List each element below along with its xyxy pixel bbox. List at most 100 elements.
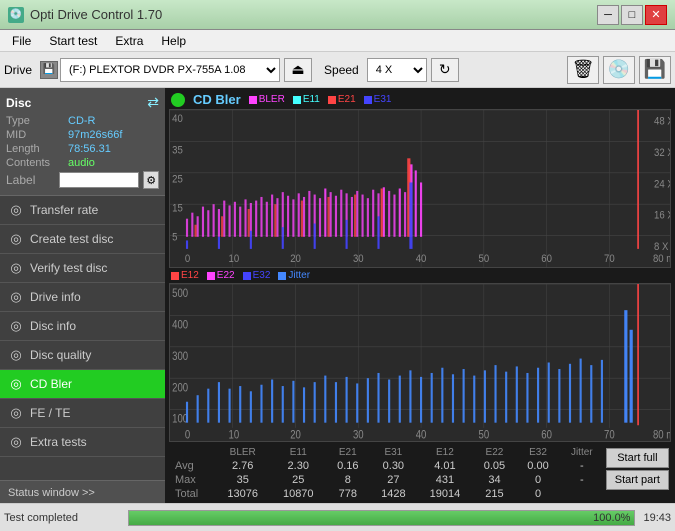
close-button[interactable]: ✕ <box>645 5 667 25</box>
svg-text:50: 50 <box>479 254 490 266</box>
stats-col-bler: BLER <box>215 446 271 459</box>
disc-panel: Disc ⇄ Type CD-R MID 97m26s66f Length 78… <box>0 88 165 196</box>
svg-text:70: 70 <box>604 429 615 441</box>
svg-text:10: 10 <box>229 429 240 441</box>
sidebar-item-label: Create test disc <box>30 232 113 246</box>
sidebar-item-disc-info[interactable]: ◎ Disc info <box>0 312 165 341</box>
menu-help[interactable]: Help <box>153 32 194 50</box>
svg-text:400: 400 <box>172 319 188 332</box>
sidebar-item-cd-bler[interactable]: ◎ CD Bler <box>0 370 165 399</box>
svg-text:30: 30 <box>353 254 364 266</box>
menu-file[interactable]: File <box>4 32 39 50</box>
stats-avg-e21: 0.16 <box>326 459 370 473</box>
disc-settings-button[interactable]: ⚙ <box>143 171 159 189</box>
stats-total-e21: 778 <box>326 487 370 501</box>
sidebar-item-fe-te[interactable]: ◎ FE / TE <box>0 399 165 428</box>
e21-legend-dot <box>328 96 336 104</box>
svg-text:0: 0 <box>185 429 190 441</box>
e31-legend-label: E31 <box>374 94 392 105</box>
stats-max-label: Max <box>169 473 215 487</box>
progress-bar-container: 100.0% <box>128 510 635 526</box>
disc-type-label: Type <box>6 115 68 127</box>
upper-chart: 40 35 25 15 5 0 10 20 30 40 50 60 70 80 … <box>169 109 671 268</box>
stats-total-e22: 215 <box>473 487 517 501</box>
stats-max-e11: 25 <box>270 473 326 487</box>
disc-arrow[interactable]: ⇄ <box>147 94 159 111</box>
stats-total-jitter <box>560 487 604 501</box>
bler-legend-dot <box>249 96 257 104</box>
start-part-button[interactable]: Start part <box>606 470 669 490</box>
disc-title: Disc <box>6 96 31 110</box>
sidebar-item-extra-tests[interactable]: ◎ Extra tests <box>0 428 165 457</box>
stats-avg-jitter: - <box>560 459 604 473</box>
svg-text:48 X: 48 X <box>654 116 670 128</box>
svg-text:300: 300 <box>172 350 188 363</box>
sidebar-item-drive-info[interactable]: ◎ Drive info <box>0 283 165 312</box>
upper-legend: BLER E11 E21 E31 <box>249 94 392 105</box>
svg-text:35: 35 <box>172 145 183 157</box>
lower-legend-bar: E12 E22 E32 Jitter <box>165 268 675 283</box>
app-title: Opti Drive Control 1.70 <box>30 7 162 22</box>
drive-info-icon: ◎ <box>8 289 24 305</box>
disc-label-input[interactable] <box>59 172 139 188</box>
title-bar: 💿 Opti Drive Control 1.70 ─ □ ✕ <box>0 0 675 30</box>
disc-mid-label: MID <box>6 129 68 141</box>
e21-legend-label: E21 <box>338 94 356 105</box>
lower-legend: E12 E22 E32 Jitter <box>171 270 310 281</box>
stats-total-bler: 13076 <box>215 487 271 501</box>
eject-button[interactable]: ⏏ <box>284 58 312 82</box>
svg-text:20: 20 <box>290 429 301 441</box>
svg-text:10: 10 <box>229 254 240 266</box>
drive-icon: 💾 <box>40 61 58 79</box>
maximize-button[interactable]: □ <box>621 5 643 25</box>
stats-max-e32: 0 <box>516 473 560 487</box>
start-full-button[interactable]: Start full <box>606 448 669 468</box>
status-window-label[interactable]: Status window >> <box>8 487 95 499</box>
e32-legend-dot <box>243 272 251 280</box>
sidebar-item-verify-test-disc[interactable]: ◎ Verify test disc <box>0 254 165 283</box>
sidebar-item-disc-quality[interactable]: ◎ Disc quality <box>0 341 165 370</box>
svg-text:30: 30 <box>353 429 364 441</box>
sidebar-item-label: Disc quality <box>30 348 91 362</box>
status-time: 19:43 <box>643 512 671 524</box>
content-area: CD Bler BLER E11 E21 E31 <box>165 88 675 503</box>
svg-text:40: 40 <box>416 429 427 441</box>
progress-text: 100.0% <box>593 511 630 525</box>
stats-total-label: Total <box>169 487 215 501</box>
stats-max-e12: 431 <box>417 473 473 487</box>
save-button[interactable]: 💾 <box>639 56 671 84</box>
jitter-legend-label: Jitter <box>288 270 310 281</box>
stats-total-e32: 0 <box>516 487 560 501</box>
speed-select[interactable]: 4 X 1 X 2 X 8 X 16 X Max <box>367 58 427 82</box>
e11-legend-dot <box>293 96 301 104</box>
status-text: Test completed <box>4 512 124 524</box>
drive-label: Drive <box>4 63 32 77</box>
sidebar-item-create-test-disc[interactable]: ◎ Create test disc <box>0 225 165 254</box>
disc-quality-icon: ◎ <box>8 347 24 363</box>
menu-start-test[interactable]: Start test <box>41 32 105 50</box>
e12-legend-label: E12 <box>181 270 199 281</box>
sidebar-item-transfer-rate[interactable]: ◎ Transfer rate <box>0 196 165 225</box>
menu-extra[interactable]: Extra <box>107 32 151 50</box>
refresh-button[interactable]: ↻ <box>431 58 459 82</box>
stats-max-bler: 35 <box>215 473 271 487</box>
stats-avg-row: Avg 2.76 2.30 0.16 0.30 4.01 0.05 0.00 - <box>169 459 604 473</box>
minimize-button[interactable]: ─ <box>597 5 619 25</box>
svg-text:16 X: 16 X <box>654 210 670 222</box>
toolbar: Drive 💾 (F:) PLEXTOR DVDR PX-755A 1.08 ⏏… <box>0 52 675 88</box>
svg-text:40: 40 <box>172 114 183 126</box>
drive-select[interactable]: (F:) PLEXTOR DVDR PX-755A 1.08 <box>60 58 280 82</box>
app-icon: 💿 <box>8 7 24 23</box>
transfer-rate-icon: ◎ <box>8 202 24 218</box>
disc-label-label: Label <box>6 173 59 187</box>
stats-total-e31: 1428 <box>370 487 418 501</box>
stats-col-jitter: Jitter <box>560 446 604 459</box>
stats-avg-e11: 2.30 <box>270 459 326 473</box>
erase-button[interactable]: 🗑 <box>567 56 599 84</box>
menu-bar: File Start test Extra Help <box>0 30 675 52</box>
e22-legend-label: E22 <box>217 270 235 281</box>
burn-button[interactable]: 💿 <box>603 56 635 84</box>
action-buttons: Start full Start part <box>604 446 671 501</box>
stats-col-e12: E12 <box>417 446 473 459</box>
stats-col-e32: E32 <box>516 446 560 459</box>
